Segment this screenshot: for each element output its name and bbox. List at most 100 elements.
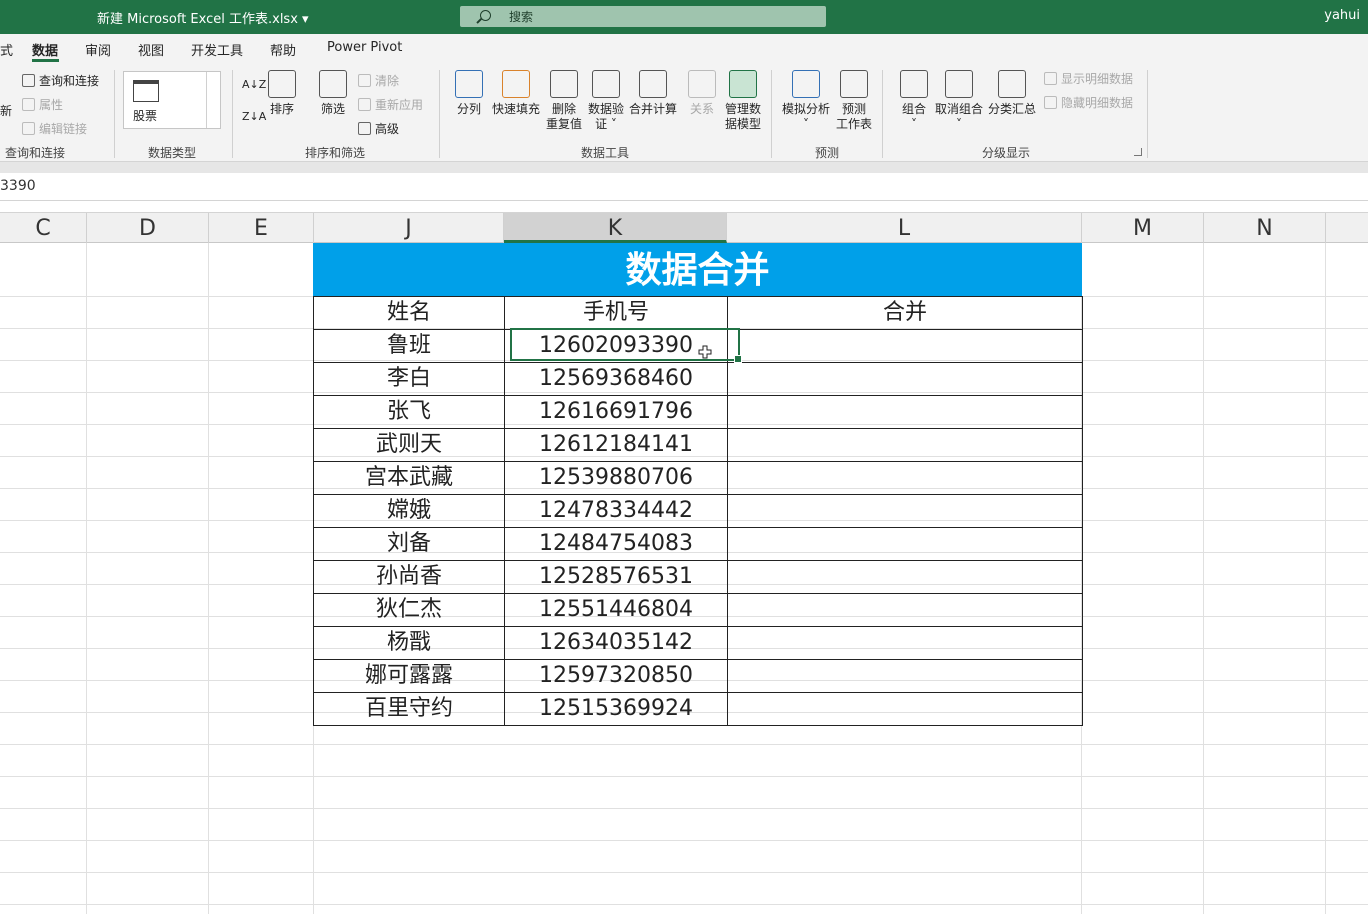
tab-help[interactable]: 帮助 [270,40,296,59]
cell-name[interactable]: 狄仁杰 [313,593,505,627]
data-model-icon [729,70,757,98]
group-label-datatypes: 数据类型 [148,146,197,160]
consolidate-button[interactable]: 合并计算 [629,70,677,117]
search-icon [480,10,491,21]
ribbon-gap [0,162,1368,173]
header-merge[interactable]: 合并 [727,296,1083,330]
tab-formulas[interactable]: 式 [0,40,13,59]
cell-name[interactable]: 张飞 [313,395,505,429]
tab-power-pivot[interactable]: Power Pivot [327,40,402,55]
cell-merge[interactable] [727,428,1083,462]
cell-phone[interactable]: 12539880706 [504,461,728,495]
cell-name[interactable]: 百里守约 [313,692,505,726]
table-title[interactable]: 数据合并 [313,243,1082,296]
manage-data-model-button[interactable]: 管理数 据模型 [725,70,761,132]
search-box[interactable]: 搜索 [460,6,826,27]
cell-name[interactable]: 李白 [313,362,505,396]
clear-filter-button[interactable]: 清除 [358,72,399,89]
forecast-sheet-button[interactable]: 预测 工作表 [836,70,872,132]
relationships-button[interactable]: 关系 [688,70,716,117]
tab-review[interactable]: 审阅 [85,40,111,59]
cell-merge[interactable] [727,593,1083,627]
cell-name[interactable]: 刘备 [313,527,505,561]
hide-detail-icon [1044,96,1057,109]
column-header-e[interactable]: E [209,213,314,243]
header-name[interactable]: 姓名 [313,296,505,330]
group-rows-icon [900,70,928,98]
table-row: 武则天 12612184141 [313,428,1083,462]
group-button[interactable]: 组合 ˅ [900,70,928,132]
document-title[interactable]: 新建 Microsoft Excel 工作表.xlsx ▾ [97,8,309,27]
cell-merge[interactable] [727,395,1083,429]
cell-name[interactable]: 杨戬 [313,626,505,660]
filter-button[interactable]: 筛选 [319,70,347,117]
cell-name[interactable]: 嫦娥 [313,494,505,528]
column-header-c[interactable]: C [0,213,87,243]
cell-name[interactable]: 武则天 [313,428,505,462]
cell-merge[interactable] [727,692,1083,726]
subtotal-button[interactable]: 分类汇总 [988,70,1036,117]
cell-phone[interactable]: 12569368460 [504,362,728,396]
cell-phone[interactable]: 12484754083 [504,527,728,561]
tab-view[interactable]: 视图 [138,40,164,59]
cell-merge[interactable] [727,626,1083,660]
cell-merge[interactable] [727,461,1083,495]
cell-phone[interactable]: 12478334442 [504,494,728,528]
cell-merge[interactable] [727,362,1083,396]
ungroup-button[interactable]: 取消组合 ˅ [935,70,983,132]
cell-phone[interactable]: 12515369924 [504,692,728,726]
flash-fill-button[interactable]: 快速填充 [492,70,540,117]
refresh-all-button[interactable]: 新 [0,102,12,119]
queries-connections-button[interactable]: 查询和连接 [22,72,99,89]
cell-phone[interactable]: 12616691796 [504,395,728,429]
header-phone[interactable]: 手机号 [504,296,728,330]
cell-merge[interactable] [727,494,1083,528]
advanced-filter-button[interactable]: 高级 [358,120,399,137]
cell-merge[interactable] [727,527,1083,561]
remove-duplicates-button[interactable]: 删除 重复值 [546,70,582,132]
cell-name[interactable]: 娜可露露 [313,659,505,693]
consolidate-icon [639,70,667,98]
cell-merge[interactable] [727,329,1083,363]
column-header-j[interactable]: J [314,213,504,243]
sort-icon [268,70,296,98]
ungroup-icon [945,70,973,98]
link-icon [22,122,35,135]
title-bar: 新建 Microsoft Excel 工作表.xlsx ▾ 搜索 yahui [0,0,1368,34]
cell-phone[interactable]: 12528576531 [504,560,728,594]
cell-name[interactable]: 鲁班 [313,329,505,363]
dialog-launcher-icon[interactable] [1134,148,1142,156]
data-type-gallery[interactable]: 股票 [123,71,221,129]
text-to-columns-button[interactable]: 分列 [455,70,483,117]
reapply-button[interactable]: 重新应用 [358,96,423,113]
what-if-analysis-button[interactable]: 模拟分析 ˅ [782,70,830,132]
column-header-n[interactable]: N [1204,213,1326,243]
sort-ascending-button[interactable]: A↓Z [242,78,266,91]
cell-phone[interactable]: 12597320850 [504,659,728,693]
cell-name[interactable]: 宫本武藏 [313,461,505,495]
tab-developer[interactable]: 开发工具 [191,40,243,59]
gallery-scroll[interactable] [206,72,220,128]
column-header-d[interactable]: D [87,213,209,243]
cell-name[interactable]: 孙尚香 [313,560,505,594]
column-header-l[interactable]: L [727,213,1082,243]
cell-phone[interactable]: 12612184141 [504,428,728,462]
column-header-k[interactable]: K [504,213,727,243]
column-header-m[interactable]: M [1082,213,1204,243]
cell-phone[interactable]: 12634035142 [504,626,728,660]
edit-links-button[interactable]: 编辑链接 [22,120,87,137]
formula-bar[interactable]: 3390 [0,173,1368,201]
show-detail-button[interactable]: 显示明细数据 [1044,70,1133,87]
cell-merge[interactable] [727,560,1083,594]
bank-icon [133,80,159,102]
tab-data[interactable]: 数据 [32,40,58,59]
properties-button[interactable]: 属性 [22,96,63,113]
hide-detail-button[interactable]: 隐藏明细数据 [1044,94,1133,111]
cell-phone[interactable]: 12551446804 [504,593,728,627]
sort-button[interactable]: 排序 [268,70,296,117]
sort-descending-button[interactable]: Z↓A [242,110,266,123]
cell-merge[interactable] [727,659,1083,693]
grid-line [0,872,1368,873]
data-validation-button[interactable]: 数据验证 ˅ [588,70,624,132]
user-name[interactable]: yahui [1324,8,1360,23]
